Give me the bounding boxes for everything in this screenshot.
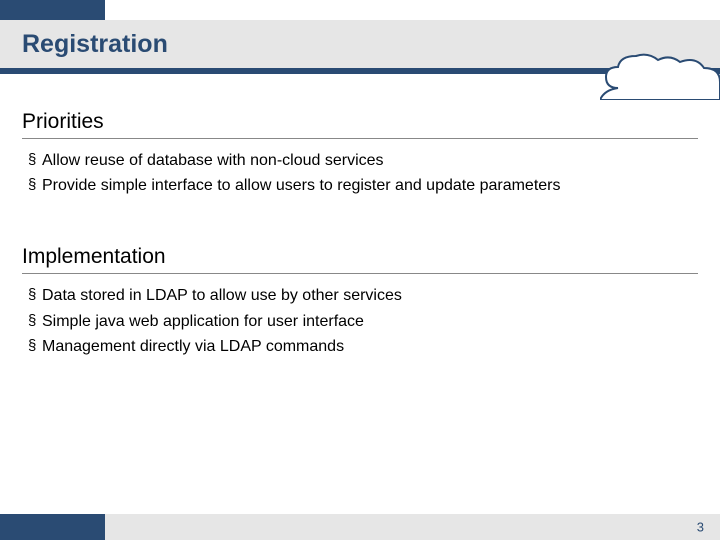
implementation-list: Data stored in LDAP to allow use by othe… [22,284,698,358]
footer-light: 3 [105,514,720,540]
slide-title: Registration [0,30,168,59]
list-item: Management directly via LDAP commands [28,335,698,358]
footer-accent [0,514,105,540]
footer-bar: 3 [0,514,720,540]
slide: Registration Priorities Allow reuse of d… [0,0,720,540]
content-area: Priorities Allow reuse of database with … [22,110,698,360]
top-tab-accent [0,0,105,20]
section-heading-implementation: Implementation [22,245,698,274]
priorities-list: Allow reuse of database with non-cloud s… [22,149,698,197]
list-item: Provide simple interface to allow users … [28,174,698,197]
page-number: 3 [697,520,704,535]
cloud-icon [600,50,720,105]
list-item: Simple java web application for user int… [28,310,698,333]
list-item: Allow reuse of database with non-cloud s… [28,149,698,172]
section-heading-priorities: Priorities [22,110,698,139]
list-item: Data stored in LDAP to allow use by othe… [28,284,698,307]
